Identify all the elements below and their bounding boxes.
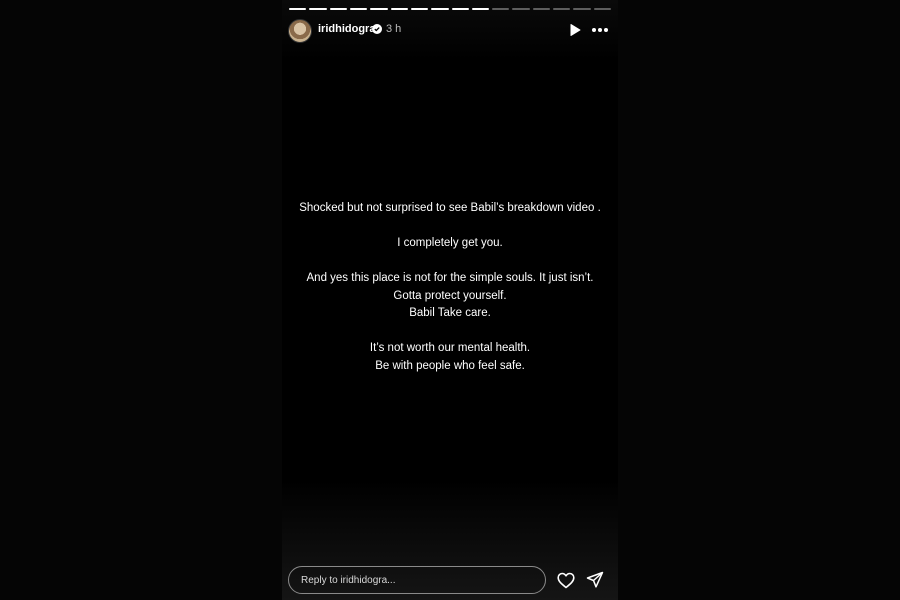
progress-segment — [573, 8, 591, 10]
heart-icon[interactable] — [557, 572, 575, 589]
story-line: It’s not worth our mental health. — [369, 342, 531, 354]
username[interactable]: iridhidogra — [318, 23, 375, 35]
progress-segment — [593, 8, 611, 10]
progress-segment — [492, 8, 510, 10]
progress-segment — [451, 8, 469, 10]
progress-segment — [289, 8, 307, 10]
story-line: And yes this place is not for the simple… — [306, 272, 594, 302]
verified-badge-icon — [372, 24, 382, 34]
play-icon[interactable] — [568, 23, 582, 37]
story-header: iridhidogra 3 h — [288, 18, 612, 44]
avatar[interactable] — [288, 19, 312, 43]
progress-segment — [370, 8, 388, 10]
story-text: Shocked but not surprised to see Babil’s… — [282, 200, 618, 393]
story-progress-bar — [289, 8, 611, 10]
story-line: I completely get you. — [397, 237, 503, 249]
story-line: Shocked but not surprised to see Babil’s… — [299, 202, 601, 214]
progress-segment — [532, 8, 551, 10]
reply-input[interactable] — [301, 567, 531, 593]
progress-segment — [471, 8, 490, 10]
progress-segment — [349, 8, 368, 10]
reply-bar[interactable] — [288, 566, 546, 594]
progress-segment — [329, 8, 347, 10]
more-options-icon[interactable] — [590, 23, 610, 37]
progress-segment — [309, 8, 327, 10]
progress-segment — [410, 8, 429, 10]
progress-segment — [512, 8, 530, 10]
progress-segment — [553, 8, 571, 10]
story-timestamp: 3 h — [386, 23, 402, 35]
progress-segment — [431, 8, 449, 10]
story-viewer[interactable]: iridhidogra 3 h Shocked but not surprise… — [282, 0, 618, 600]
story-line: Babil Take care. — [409, 307, 491, 319]
story-line: Be with people who feel safe. — [375, 359, 525, 372]
progress-segment — [390, 8, 408, 10]
send-icon[interactable] — [586, 571, 604, 589]
